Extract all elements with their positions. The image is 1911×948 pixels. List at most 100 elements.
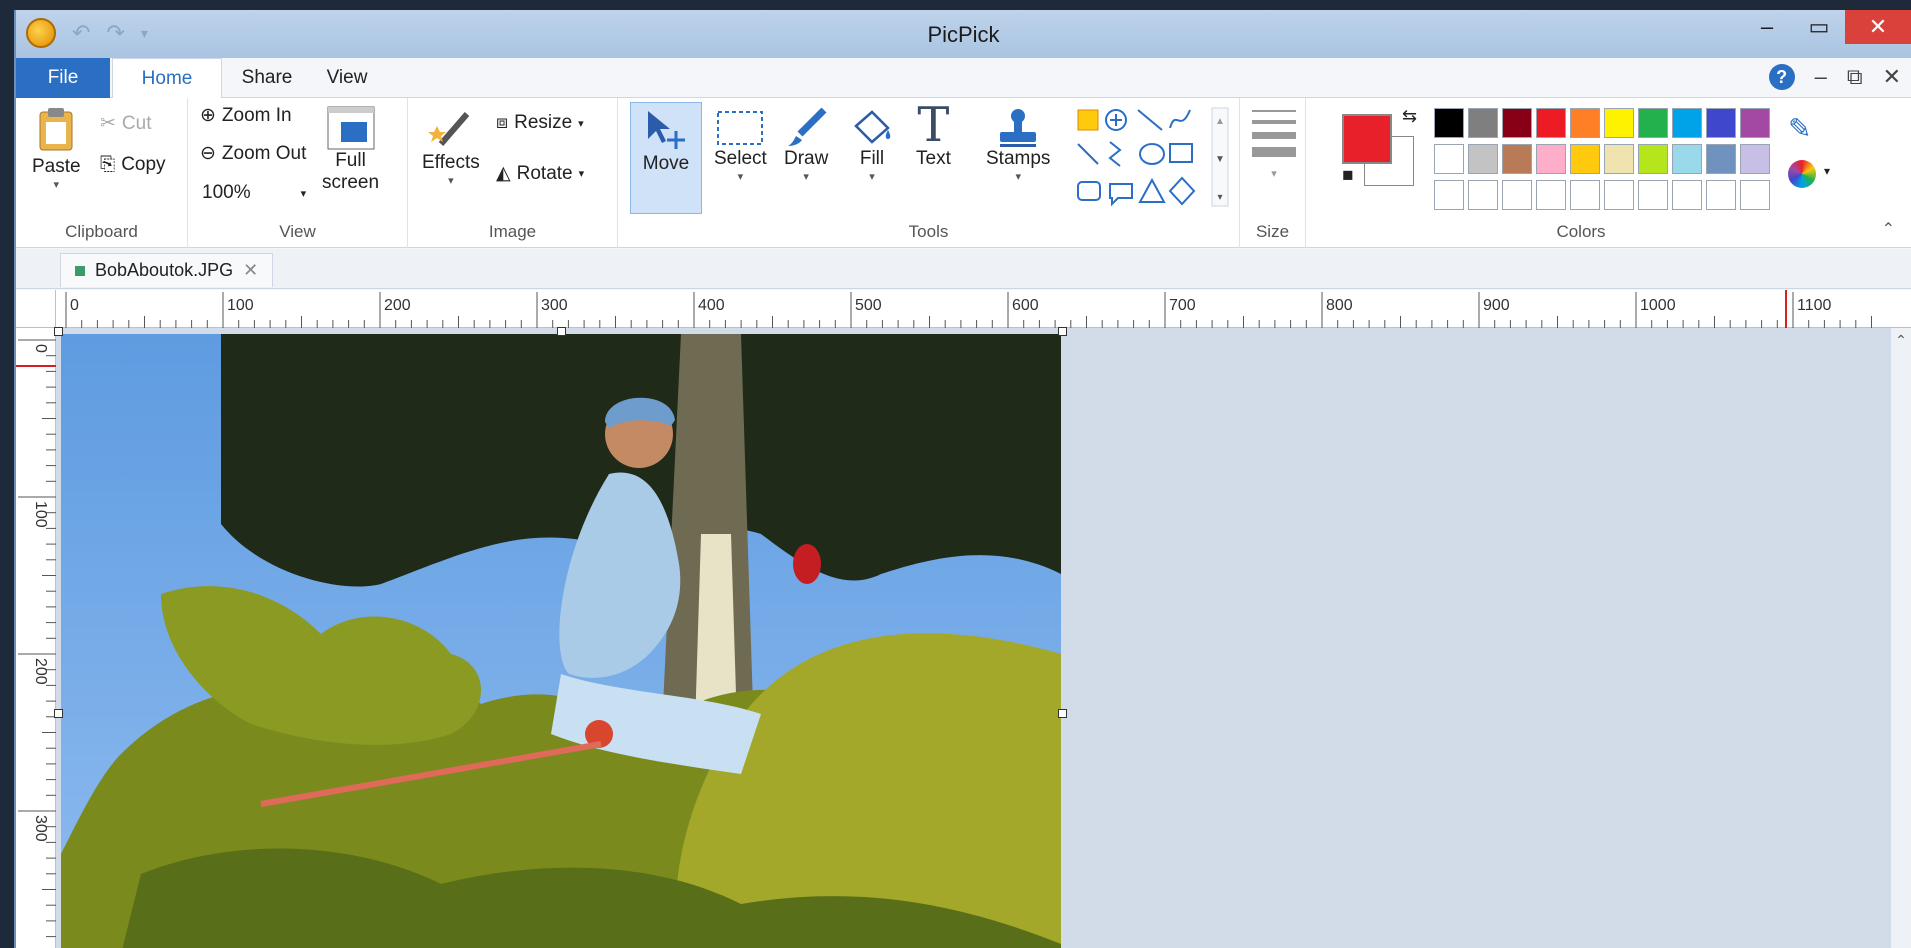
collapse-ribbon-icon[interactable]: ⌃ [1882, 219, 1895, 239]
stroke-size-picker[interactable]: ▾ [1252, 110, 1296, 180]
swap-colors-icon[interactable]: ⇆ [1402, 106, 1417, 127]
fill-tool-button[interactable]: Fill ▾ [850, 108, 894, 183]
document-tab[interactable]: BobAboutok.JPG ✕ [60, 253, 274, 287]
palette-swatch[interactable] [1502, 144, 1532, 174]
close-button[interactable]: ✕ [1845, 10, 1911, 44]
palette-swatch[interactable] [1468, 108, 1498, 138]
ruler-h-label: 1000 [1640, 297, 1676, 314]
palette-swatch[interactable] [1468, 180, 1498, 210]
palette-swatch[interactable] [1740, 144, 1770, 174]
paste-button[interactable]: Paste ▾ [32, 106, 81, 191]
zoom-level-select[interactable]: 100% ▾ [202, 182, 306, 204]
palette-swatch[interactable] [1536, 180, 1566, 210]
resize-button[interactable]: ⧈ Resize ▾ [496, 112, 584, 134]
text-label: Text [916, 148, 951, 169]
reset-colors-icon[interactable]: ◼ [1342, 166, 1354, 183]
rectangle-highlight-shape[interactable] [1077, 109, 1099, 131]
palette-swatch[interactable] [1672, 108, 1702, 138]
rotate-button[interactable]: ◭ Rotate ▾ [496, 162, 584, 185]
resize-handle-tr[interactable] [1058, 327, 1067, 336]
ruler-v-label: 200 [32, 658, 49, 685]
palette-swatch[interactable] [1706, 144, 1736, 174]
zoom-level-value: 100% [202, 182, 251, 203]
palette-swatch[interactable] [1638, 180, 1668, 210]
callout-shape[interactable] [1109, 183, 1133, 207]
tab-home[interactable]: Home [112, 58, 222, 99]
zoom-in-label: Zoom In [221, 104, 292, 126]
ruler-h-label: 300 [541, 297, 568, 314]
primary-color-swatch[interactable] [1342, 114, 1392, 164]
minimize-button[interactable]: – [1741, 10, 1793, 44]
cut-button[interactable]: ✂ Cut [100, 112, 152, 135]
zoom-out-button[interactable]: ⊖ Zoom Out [200, 142, 306, 165]
palette-swatch[interactable] [1672, 144, 1702, 174]
ribbon-minimize-icon[interactable]: – [1815, 64, 1827, 90]
tab-view[interactable]: View [312, 58, 382, 98]
stamps-tool-button[interactable]: Stamps ▾ [986, 108, 1050, 183]
resize-handle-ml[interactable] [54, 709, 63, 718]
palette-swatch[interactable] [1706, 180, 1736, 210]
resize-handle-mr[interactable] [1058, 709, 1067, 718]
palette-swatch[interactable] [1604, 144, 1634, 174]
draw-tool-button[interactable]: Draw ▾ [784, 108, 828, 183]
diamond-shape[interactable] [1168, 176, 1196, 206]
ruler-v-label: 100 [32, 501, 49, 528]
ribbon-close-icon[interactable]: ✕ [1883, 64, 1901, 90]
stamp-icon [1000, 109, 1037, 147]
palette-swatch[interactable] [1740, 180, 1770, 210]
tab-file[interactable]: File [16, 58, 110, 98]
ellipse-shape[interactable] [1139, 143, 1165, 165]
color-wheel-icon[interactable] [1788, 160, 1816, 188]
palette-swatch[interactable] [1570, 144, 1600, 174]
stamps-label: Stamps [986, 148, 1051, 169]
rounded-rect-shape[interactable] [1077, 181, 1101, 201]
select-tool-button[interactable]: Select ▾ [714, 108, 767, 183]
tab-share[interactable]: Share [230, 58, 304, 98]
palette-swatch[interactable] [1638, 108, 1668, 138]
palette-swatch[interactable] [1604, 108, 1634, 138]
vertical-scrollbar[interactable]: ⌃ [1891, 328, 1911, 948]
copy-button[interactable]: ⎘ Copy [100, 154, 166, 176]
palette-swatch[interactable] [1672, 180, 1702, 210]
zoom-in-button[interactable]: ⊕ Zoom In [200, 104, 292, 127]
arrow-shape[interactable] [1077, 143, 1099, 165]
close-tab-icon[interactable]: ✕ [243, 260, 258, 281]
palette-swatch[interactable] [1536, 144, 1566, 174]
palette-swatch[interactable] [1468, 144, 1498, 174]
ruler-h-label: 0 [70, 297, 79, 314]
palette-swatch[interactable] [1740, 108, 1770, 138]
move-tool-button[interactable]: Move [630, 102, 702, 214]
rectangle-shape[interactable] [1169, 143, 1193, 163]
palette-swatch[interactable] [1502, 108, 1532, 138]
palette-swatch[interactable] [1536, 108, 1566, 138]
curve-shape[interactable] [1169, 109, 1191, 129]
effects-button[interactable]: Effects ▾ [422, 106, 480, 187]
maximize-button[interactable]: ▭ [1793, 10, 1845, 44]
ribbon-restore-icon[interactable]: ⧉ [1847, 64, 1863, 90]
resize-handle-tm[interactable] [557, 327, 566, 336]
palette-swatch[interactable] [1706, 108, 1736, 138]
palette-swatch[interactable] [1434, 108, 1464, 138]
document-tabs: BobAboutok.JPG ✕ [16, 249, 1911, 289]
palette-swatch[interactable] [1638, 144, 1668, 174]
palette-swatch[interactable] [1502, 180, 1532, 210]
palette-swatch[interactable] [1434, 144, 1464, 174]
image-canvas[interactable] [61, 334, 1061, 948]
ruler-h-label: 1100 [1797, 297, 1832, 314]
palette-swatch[interactable] [1434, 180, 1464, 210]
palette-swatch[interactable] [1570, 180, 1600, 210]
full-screen-button[interactable]: Full screen [322, 106, 379, 194]
ruler-h-label: 900 [1483, 297, 1510, 314]
size-group-label: Size [1255, 222, 1290, 241]
line-shape[interactable] [1137, 109, 1163, 131]
scroll-up-arrow[interactable]: ⌃ [1891, 328, 1911, 349]
help-icon[interactable]: ? [1768, 64, 1795, 90]
eyedropper-icon[interactable]: ✎ [1788, 112, 1811, 145]
connector-shape[interactable] [1108, 141, 1122, 167]
resize-handle-tl[interactable] [54, 327, 63, 336]
palette-swatch[interactable] [1570, 108, 1600, 138]
palette-swatch[interactable] [1604, 180, 1634, 210]
triangle-shape[interactable] [1138, 177, 1166, 203]
fill-label: Fill [859, 148, 885, 169]
text-tool-button[interactable]: T Text [916, 101, 951, 170]
